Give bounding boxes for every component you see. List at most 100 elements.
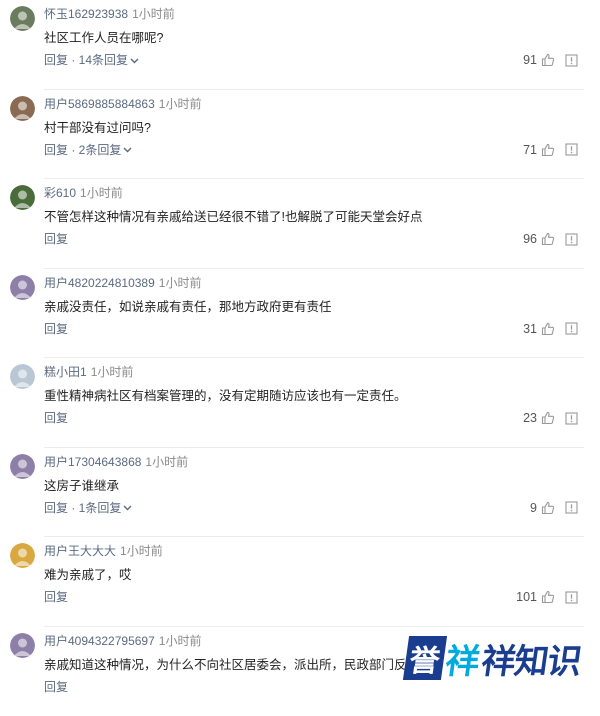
comment-text: 社区工作人员在哪呢? [44,29,163,47]
chevron-down-icon[interactable] [123,147,132,153]
username[interactable]: 用户4820224810389 [44,276,155,290]
timestamp: 1小时前 [159,634,202,648]
reply-label[interactable]: 回复 [44,680,68,694]
comment-text: 这房子谁继承 [44,477,119,495]
report-icon[interactable] [565,143,578,156]
avatar[interactable] [10,364,35,389]
timestamp: 1小时前 [80,186,123,200]
watermark-logo-mark: 誉 [403,636,447,680]
watermark-text: 祥知识 [479,634,585,683]
report-icon[interactable] [565,322,578,335]
thumbs-up-icon[interactable] [541,501,555,515]
comment-header: 用户17304643868 1小时前 [44,454,188,470]
reply-label[interactable]: 回复 [44,232,68,246]
avatar-icon [10,275,35,300]
thumbs-up-icon[interactable] [541,143,555,157]
comment-actions: 31 [523,321,578,337]
username[interactable]: 用户5869885884863 [44,97,155,111]
comment-actions: 96 [523,231,578,247]
like-count: 96 [523,232,537,246]
report-icon[interactable] [565,591,578,604]
avatar-icon [10,96,35,121]
comment-item: 用户4820224810389 1小时前 亲戚没责任，如说亲戚有责任，那地方政府更… [0,269,600,359]
watermark-char: 祥 [443,634,484,683]
reply-label[interactable]: 回复 [44,590,68,604]
avatar[interactable] [10,275,35,300]
username[interactable]: 用户17304643868 [44,455,141,469]
timestamp: 1小时前 [91,365,134,379]
reply-link[interactable]: 回复 [44,589,68,605]
username[interactable]: 怀玉162923938 [44,7,128,21]
comment-text: 村干部没有过问吗? [44,119,151,137]
thumbs-up-icon[interactable] [541,411,555,425]
chevron-down-icon[interactable] [130,58,139,64]
thumbs-up-icon[interactable] [541,232,555,246]
watermark-logo: 誉 祥 祥知识 [406,628,590,688]
report-icon[interactable] [565,54,578,67]
comment-header: 怀玉162923938 1小时前 [44,6,175,22]
report-icon[interactable] [565,501,578,514]
thumbs-up-icon[interactable] [541,322,555,336]
avatar[interactable] [10,96,35,121]
timestamp: 1小时前 [132,7,175,21]
comment-item: 怀玉162923938 1小时前 社区工作人员在哪呢? 回复 · 14条回复 91 [0,0,600,90]
username[interactable]: 用户王大大大 [44,544,116,558]
avatar-icon [10,454,35,479]
timestamp: 1小时前 [120,544,163,558]
reply-link[interactable]: 回复 [44,410,68,426]
report-icon[interactable] [565,233,578,246]
reply-link[interactable]: 回复 [44,321,68,337]
comment-text: 难为亲戚了，哎 [44,566,132,584]
thumbs-up-icon[interactable] [541,590,555,604]
comment-header: 用户4094322795697 1小时前 [44,633,201,649]
timestamp: 1小时前 [159,97,202,111]
comment-actions: 101 [516,589,578,605]
avatar[interactable] [10,185,35,210]
comment-text: 不管怎样这种情况有亲戚给送已经很不错了!也解脱了可能天堂会好点 [44,208,422,226]
username[interactable]: 用户4094322795697 [44,634,155,648]
avatar-icon [10,6,35,31]
like-count: 23 [523,411,537,425]
comment-item: 用户58698858848631小时前 村干部没有过问吗? 回复 · 2条回复 … [0,90,600,180]
avatar-icon [10,633,35,658]
like-count: 71 [523,143,537,157]
avatar[interactable] [10,633,35,658]
reply-link[interactable]: 回复 · 14条回复 [44,52,139,68]
avatar-icon [10,185,35,210]
avatar[interactable] [10,6,35,31]
reply-label[interactable]: 回复 [44,411,68,425]
reply-link[interactable]: 回复 · 1条回复 [44,500,132,516]
like-count: 91 [523,53,537,67]
reply-link[interactable]: 回复 [44,679,68,695]
timestamp: 1小时前 [145,455,188,469]
reply-label[interactable]: 回复 · 2条回复 [44,143,121,157]
avatar[interactable] [10,543,35,568]
username[interactable]: 彩610 [44,186,76,200]
reply-label[interactable]: 回复 · 1条回复 [44,501,121,515]
reply-label[interactable]: 回复 · 14条回复 [44,53,128,67]
avatar-icon [10,364,35,389]
comment-list: 怀玉162923938 1小时前 社区工作人员在哪呢? 回复 · 14条回复 91 [0,0,600,716]
avatar-icon [10,543,35,568]
like-count: 9 [530,501,537,515]
comment-text: 亲戚没责任，如说亲戚有责任，那地方政府更有责任 [44,298,332,316]
comment-item: 糕小田11小时前 重性精神病社区有档案管理的，没有定期随访应该也有一定责任。 回… [0,358,600,448]
comment-actions: 91 [523,52,578,68]
reply-link[interactable]: 回复 · 2条回复 [44,142,132,158]
like-count: 31 [523,322,537,336]
chevron-down-icon[interactable] [123,505,132,511]
report-icon[interactable] [565,412,578,425]
comment-text: 亲戚知道这种情况，为什么不向社区居委会，派出所，民政部门反 [44,656,407,674]
comment-item: 彩610 1小时前 不管怎样这种情况有亲戚给送已经很不错了!也解脱了可能天堂会好点… [0,179,600,269]
comment-header: 糕小田1 1小时前 [44,364,133,380]
comment-header: 彩610 1小时前 [44,185,123,201]
thumbs-up-icon[interactable] [541,53,555,67]
reply-link[interactable]: 回复 [44,231,68,247]
timestamp: 1小时前 [159,276,202,290]
reply-label[interactable]: 回复 [44,322,68,336]
comment-actions: 23 [523,410,578,426]
username[interactable]: 糕小田1 [44,365,87,379]
comment-header: 用户4820224810389 1小时前 [44,275,201,291]
avatar[interactable] [10,454,35,479]
comment-actions: 9 [530,500,578,516]
